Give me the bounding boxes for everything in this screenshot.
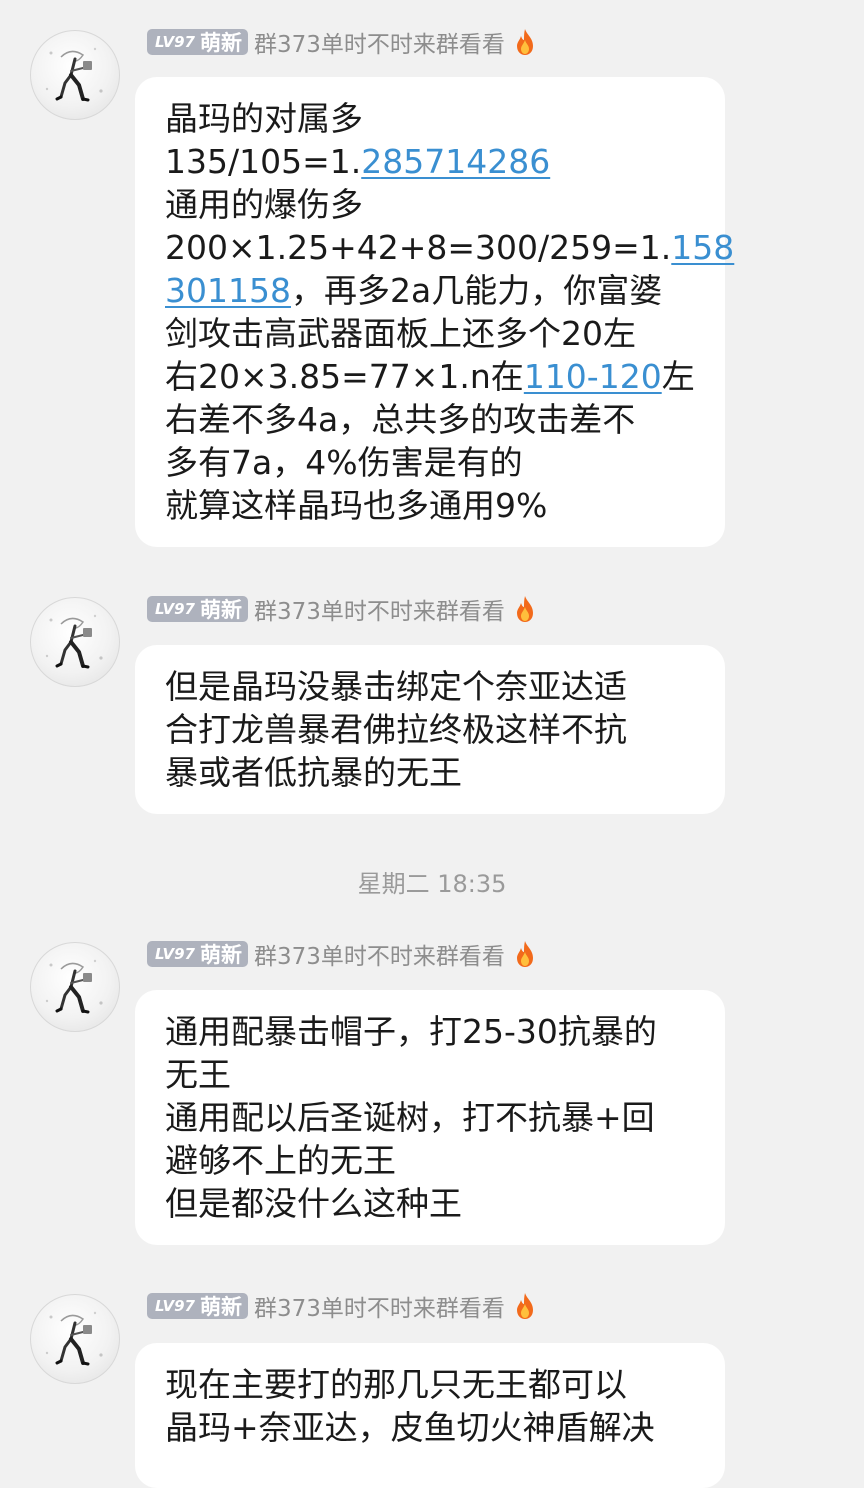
message-line: 避够不上的无王 xyxy=(165,1139,701,1182)
level-badge: LV97 萌新 xyxy=(147,1293,248,1319)
message-line: 301158，再多2a几能力，你富婆 xyxy=(165,269,701,312)
message-text: ，再多2a几能力，你富婆 xyxy=(290,271,663,310)
fire-icon xyxy=(513,28,537,56)
fire-icon xyxy=(513,940,537,968)
message-text: 现在主要打的那几只无王都可以 xyxy=(165,1365,627,1404)
message-line: 多有7a，4%伤害是有的 xyxy=(165,441,701,484)
sender-meta: LV97 萌新 群373单时不时来群看看 xyxy=(147,592,537,626)
message-line: 暴或者低抗暴的无王 xyxy=(165,751,701,794)
fire-icon xyxy=(513,1292,537,1320)
message-text: 但是晶玛没暴击绑定个奈亚达适 xyxy=(165,667,627,706)
message-line: 右20×3.85=77×1.n在110-120左 xyxy=(165,355,701,398)
message-text: 剑攻击高武器面板上还多个20左 xyxy=(165,314,636,353)
message-text: 暴或者低抗暴的无王 xyxy=(165,753,462,792)
phone-number-link[interactable]: 110-120 xyxy=(524,357,662,396)
avatar[interactable] xyxy=(30,30,120,120)
message-line: 无王 xyxy=(165,1053,701,1096)
message-bubble[interactable]: 但是晶玛没暴击绑定个奈亚达适 合打龙兽暴君佛拉终极这样不抗 暴或者低抗暴的无王 xyxy=(135,645,725,814)
sender-nickname[interactable]: 群373单时不时来群看看 xyxy=(254,25,505,59)
phone-number-link[interactable]: 158 xyxy=(671,228,734,267)
message-line: 200×1.25+42+8=300/259=1.158 xyxy=(165,226,734,269)
phone-number-link[interactable]: 285714286 xyxy=(361,142,550,181)
avatar[interactable] xyxy=(30,597,120,687)
message-line: 就算这样晶玛也多通用9% xyxy=(165,484,701,527)
message-text: 右差不多4a，总共多的攻击差不 xyxy=(165,400,636,439)
message-text: 避够不上的无王 xyxy=(165,1141,396,1180)
message-line: 右差不多4a，总共多的攻击差不 xyxy=(165,398,701,441)
message-text: 但是都没什么这种王 xyxy=(165,1184,462,1223)
message-text: 晶玛+奈亚达，皮鱼切火神盾解决 xyxy=(165,1408,655,1447)
member-title: 萌新 xyxy=(199,1295,242,1319)
message-line: 现在主要打的那几只无王都可以 xyxy=(165,1363,701,1406)
member-title: 萌新 xyxy=(199,598,242,622)
member-title: 萌新 xyxy=(199,31,242,55)
level-text: LV97 xyxy=(155,1297,195,1315)
message-line: 通用配以后圣诞树，打不抗暴+回 xyxy=(165,1096,701,1139)
sender-nickname[interactable]: 群373单时不时来群看看 xyxy=(254,937,505,971)
message-text: 135/105=1. xyxy=(165,142,362,181)
sender-nickname[interactable]: 群373单时不时来群看看 xyxy=(254,1289,505,1323)
message-line: 晶玛+奈亚达，皮鱼切火神盾解决 xyxy=(165,1406,701,1449)
message-line: 剑攻击高武器面板上还多个20左 xyxy=(165,312,701,355)
message-text: 通用的爆伤多 xyxy=(165,185,363,224)
level-text: LV97 xyxy=(155,33,195,51)
message-line: 通用配暴击帽子，打25-30抗暴的 xyxy=(165,1010,701,1053)
level-badge: LV97 萌新 xyxy=(147,941,248,967)
message-line: 但是都没什么这种王 xyxy=(165,1182,701,1225)
message-bubble[interactable]: 通用配暴击帽子，打25-30抗暴的 无王通用配以后圣诞树，打不抗暴+回 避够不上的无… xyxy=(135,990,725,1245)
level-text: LV97 xyxy=(155,945,195,963)
message-text: 无王 xyxy=(165,1055,231,1094)
message-line: 合打龙兽暴君佛拉终极这样不抗 xyxy=(165,708,701,751)
message-bubble[interactable]: 晶玛的对属多 135/105=1.285714286 通用的爆伤多 200×1.25+… xyxy=(135,77,734,547)
level-text: LV97 xyxy=(155,600,195,618)
message-text: 就算这样晶玛也多通用9% xyxy=(165,486,548,525)
message-line: 晶玛的对属多 xyxy=(165,97,701,140)
message-text: 晶玛的对属多 xyxy=(165,99,363,138)
message-text: 合打龙兽暴君佛拉终极这样不抗 xyxy=(165,710,627,749)
message-text: 200×1.25+42+8=300/259=1. xyxy=(165,228,672,267)
level-badge: LV97 萌新 xyxy=(147,29,248,55)
message-line: 但是晶玛没暴击绑定个奈亚达适 xyxy=(165,665,701,708)
sender-nickname[interactable]: 群373单时不时来群看看 xyxy=(254,592,505,626)
sender-meta: LV97 萌新 群373单时不时来群看看 xyxy=(147,25,537,59)
message-text: 右20×3.85=77×1.n在 xyxy=(165,357,524,396)
time-divider: 星期二 18:35 xyxy=(357,870,507,898)
avatar[interactable] xyxy=(30,1294,120,1384)
message-line: 通用的爆伤多 xyxy=(165,183,701,226)
avatar[interactable] xyxy=(30,942,120,1032)
phone-number-link[interactable]: 301158 xyxy=(165,271,291,310)
message-bubble[interactable]: 现在主要打的那几只无王都可以 晶玛+奈亚达，皮鱼切火神盾解决 xyxy=(135,1343,725,1488)
member-title: 萌新 xyxy=(199,943,242,967)
sender-meta: LV97 萌新 群373单时不时来群看看 xyxy=(147,1289,537,1323)
message-text: 通用配暴击帽子，打25-30抗暴的 xyxy=(165,1012,657,1051)
message-text: 多有7a，4%伤害是有的 xyxy=(165,443,523,482)
message-text: 左 xyxy=(661,357,695,396)
level-badge: LV97 萌新 xyxy=(147,596,248,622)
sender-meta: LV97 萌新 群373单时不时来群看看 xyxy=(147,937,537,971)
message-line: 135/105=1.285714286 xyxy=(165,140,701,183)
fire-icon xyxy=(513,595,537,623)
message-text: 通用配以后圣诞树，打不抗暴+回 xyxy=(165,1098,655,1137)
